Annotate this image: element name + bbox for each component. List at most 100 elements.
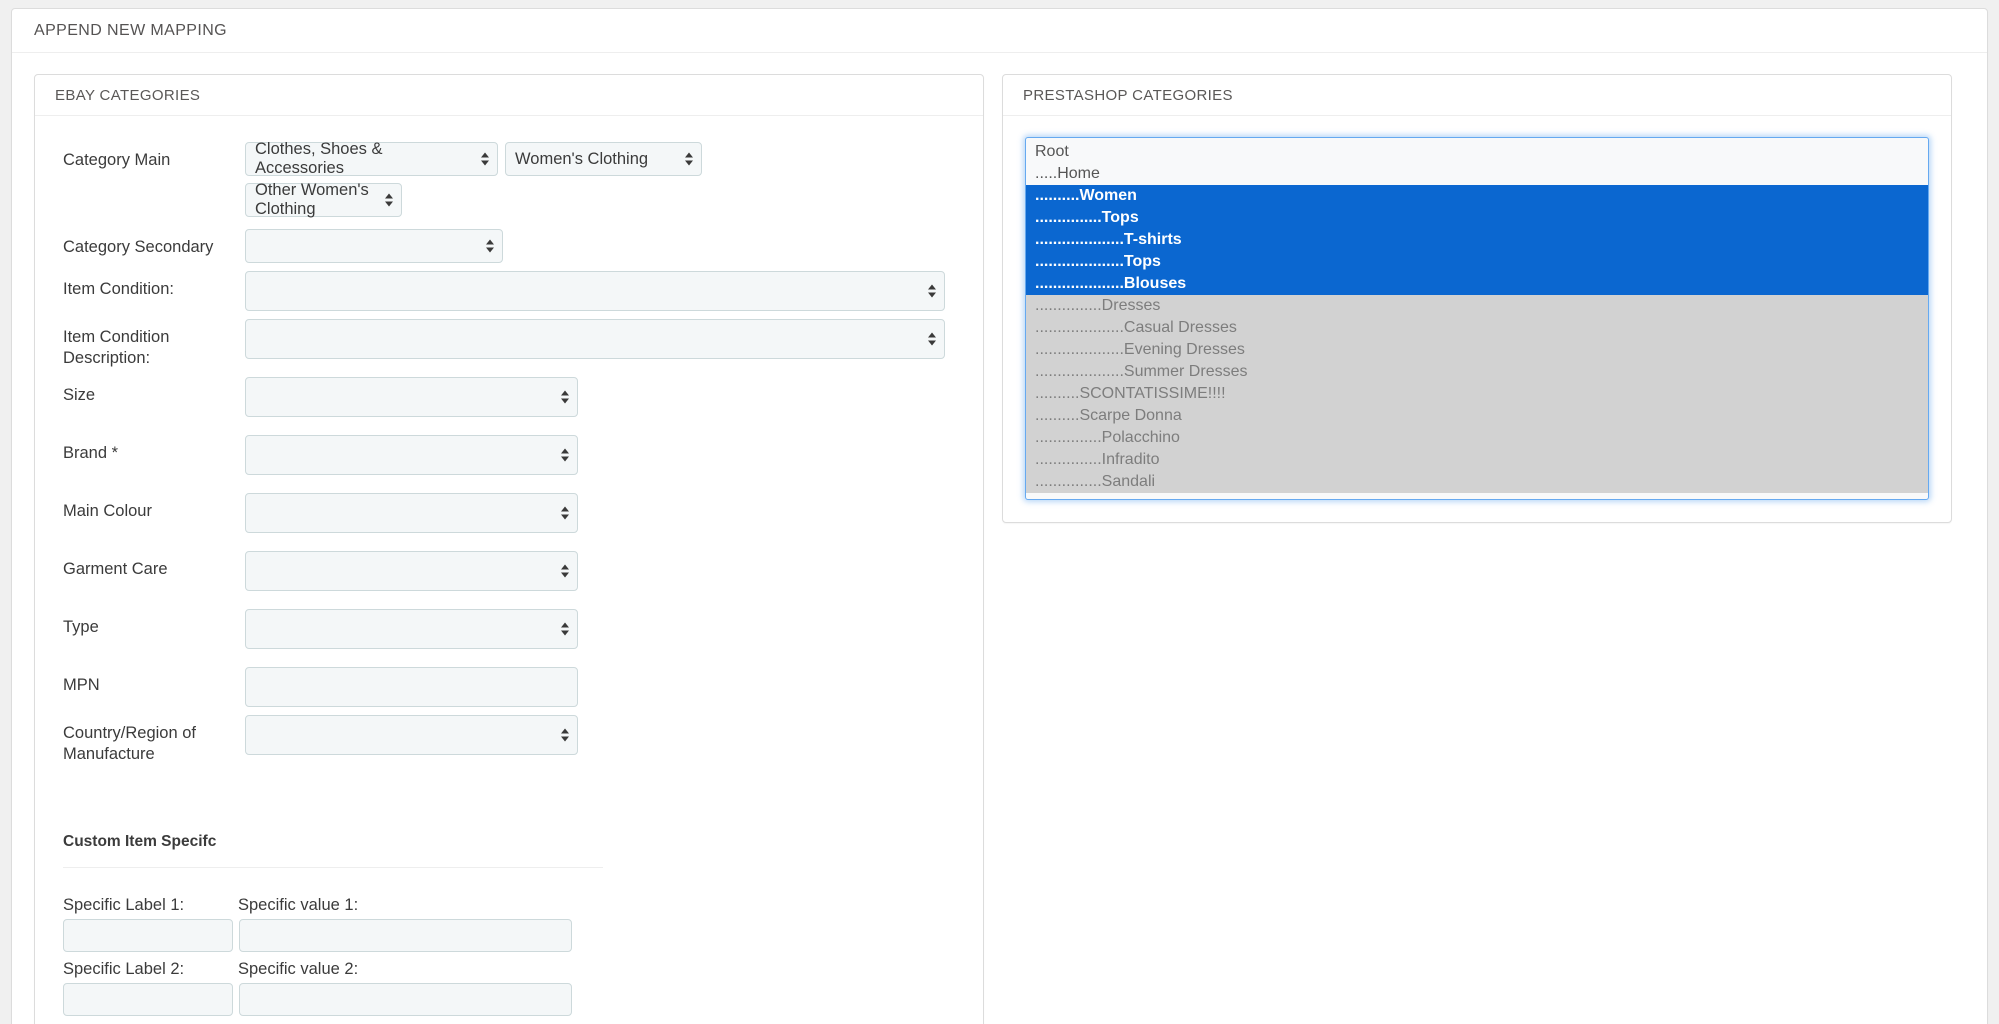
brand-control xyxy=(245,435,955,476)
label-item-condition-description: Item Condition Description: xyxy=(63,328,170,368)
chevron-updown-icon xyxy=(385,193,393,207)
category-main-select-2[interactable]: Women's Clothing xyxy=(505,142,702,176)
specific-label-2-caption: Specific Label 2: xyxy=(63,960,185,979)
ebay-categories-title: EBAY CATEGORIES xyxy=(35,75,983,116)
label-garment-care: Garment Care xyxy=(63,560,168,579)
prestashop-category-option[interactable]: ....................Tops xyxy=(1026,251,1928,273)
category-main-controls: Clothes, Shoes & Accessories Women's Clo… xyxy=(245,140,955,218)
item-condition-select[interactable] xyxy=(245,271,945,311)
prestashop-category-option[interactable]: .....Home xyxy=(1026,163,1928,185)
size-select[interactable] xyxy=(245,377,578,418)
prestashop-category-option[interactable]: ...............Tops xyxy=(1026,207,1928,229)
section-divider xyxy=(63,867,603,869)
item-condition-control xyxy=(245,271,955,311)
field-row-size: Size xyxy=(63,377,955,418)
prestashop-body: Root .....Home ..........Women............… xyxy=(1003,116,1951,522)
prestashop-category-option[interactable]: ..........SCONTATISSIME!!!! xyxy=(1026,383,1928,405)
chevron-updown-icon xyxy=(481,152,489,166)
item-condition-description-control xyxy=(245,319,955,359)
main-colour-select[interactable] xyxy=(245,493,578,534)
chevron-updown-icon xyxy=(561,728,569,742)
label-item-condition: Item Condition: xyxy=(63,280,174,298)
prestashop-categories-title: PRESTASHOP CATEGORIES xyxy=(1003,75,1951,116)
field-row-item-condition: Item Condition: xyxy=(63,271,955,311)
specific-label-2-input[interactable] xyxy=(63,983,233,1017)
custom-item-specific-block: Specific Label 1: Specific value 1: Spec… xyxy=(35,896,983,1024)
prestashop-categories-panel: PRESTASHOP CATEGORIES Root .....Home.....… xyxy=(1002,74,1952,523)
chevron-updown-icon xyxy=(928,332,936,346)
label-type: Type xyxy=(63,618,99,637)
garment-care-control xyxy=(245,551,955,592)
label-country-region: Country/Region of Manufacture xyxy=(63,724,196,764)
garment-care-select[interactable] xyxy=(245,551,578,592)
custom-row-2-captions: Specific Label 2: Specific value 2: xyxy=(63,960,955,979)
specific-value-2-caption: Specific value 2: xyxy=(238,960,359,979)
field-row-main-colour: Main Colour xyxy=(63,493,955,534)
chevron-updown-icon xyxy=(928,284,936,298)
prestashop-category-option[interactable]: ....................Blouses xyxy=(1026,273,1928,295)
prestashop-category-multiselect[interactable]: Root .....Home ..........Women............… xyxy=(1025,137,1929,500)
prestashop-category-option[interactable]: ...............Polacchino xyxy=(1026,427,1928,449)
chevron-updown-icon xyxy=(561,622,569,636)
prestashop-category-option[interactable]: ....................Summer Dresses xyxy=(1026,361,1928,383)
prestashop-category-option[interactable]: ..........Women xyxy=(1026,185,1928,207)
item-condition-description-select[interactable] xyxy=(245,319,945,359)
ebay-categories-panel: EBAY CATEGORIES Category Main Clothes, S… xyxy=(34,74,984,1024)
specific-value-1-input[interactable] xyxy=(239,919,572,953)
type-control xyxy=(245,609,955,650)
chevron-updown-icon xyxy=(486,239,494,253)
specific-value-2-input[interactable] xyxy=(239,983,572,1017)
prestashop-category-option[interactable]: ...............Sandali xyxy=(1026,471,1928,493)
specific-label-1-input[interactable] xyxy=(63,919,233,953)
custom-row-1-captions: Specific Label 1: Specific value 1: xyxy=(63,896,955,915)
field-row-brand: Brand * xyxy=(63,435,955,476)
prestashop-category-option[interactable]: ....................Evening Dresses xyxy=(1026,339,1928,361)
custom-row-1-inputs xyxy=(63,919,955,953)
prestashop-category-option[interactable]: ...............Dresses xyxy=(1026,295,1928,317)
page-wrapper: APPEND NEW MAPPING EBAY CATEGORIES Categ… xyxy=(0,0,1999,1024)
custom-item-specific-title: Custom Item Specifc xyxy=(63,833,217,851)
append-new-mapping-panel: APPEND NEW MAPPING EBAY CATEGORIES Categ… xyxy=(11,8,1988,1024)
category-main-select-3[interactable]: Other Women's Clothing xyxy=(245,181,402,218)
label-category-main: Category Main xyxy=(63,151,171,169)
label-mpn: MPN xyxy=(63,676,100,695)
field-row-category-secondary: Category Secondary xyxy=(63,229,955,263)
field-row-category-main: Category Main Clothes, Shoes & Accessori… xyxy=(63,140,955,218)
chevron-updown-icon xyxy=(561,506,569,520)
country-region-select[interactable] xyxy=(245,715,578,756)
label-category-secondary: Category Secondary xyxy=(63,238,214,256)
chevron-updown-icon xyxy=(561,564,569,578)
size-control xyxy=(245,377,955,418)
type-select[interactable] xyxy=(245,609,578,650)
page-title: APPEND NEW MAPPING xyxy=(12,9,1987,53)
chevron-updown-icon xyxy=(561,390,569,404)
prestashop-categories-column: PRESTASHOP CATEGORIES Root .....Home.....… xyxy=(1002,74,1952,523)
chevron-updown-icon xyxy=(685,152,693,166)
category-main-select-3-value: Other Women's Clothing xyxy=(255,181,369,218)
field-row-country-region: Country/Region of Manufacture xyxy=(63,715,955,765)
category-secondary-select[interactable] xyxy=(245,229,503,263)
custom-row-2-inputs xyxy=(63,983,955,1017)
field-row-type: Type xyxy=(63,609,955,650)
field-row-mpn: MPN xyxy=(63,667,955,708)
ebay-categories-column: EBAY CATEGORIES Category Main Clothes, S… xyxy=(34,74,984,1024)
category-secondary-control xyxy=(245,229,955,263)
prestashop-category-option[interactable]: ..........Scarpe Donna xyxy=(1026,405,1928,427)
panel-body: EBAY CATEGORIES Category Main Clothes, S… xyxy=(12,53,1987,1024)
category-main-select-2-value: Women's Clothing xyxy=(515,149,649,168)
category-main-select-1-value: Clothes, Shoes & Accessories xyxy=(255,140,383,177)
category-main-select-1[interactable]: Clothes, Shoes & Accessories xyxy=(245,140,498,177)
prestashop-category-option[interactable]: ....................T-shirts xyxy=(1026,229,1928,251)
brand-select[interactable] xyxy=(245,435,578,476)
field-row-item-condition-description: Item Condition Description: xyxy=(63,319,955,369)
prestashop-category-option[interactable]: ....................Casual Dresses xyxy=(1026,317,1928,339)
main-colour-control xyxy=(245,493,955,534)
prestashop-category-option[interactable]: Root xyxy=(1026,141,1928,163)
country-region-control xyxy=(245,715,955,756)
chevron-updown-icon xyxy=(561,448,569,462)
field-row-garment-care: Garment Care xyxy=(63,551,955,592)
mpn-control xyxy=(245,667,955,708)
label-size: Size xyxy=(63,386,96,405)
prestashop-category-option[interactable]: ...............Infradito xyxy=(1026,449,1928,471)
mpn-input[interactable] xyxy=(245,667,578,708)
